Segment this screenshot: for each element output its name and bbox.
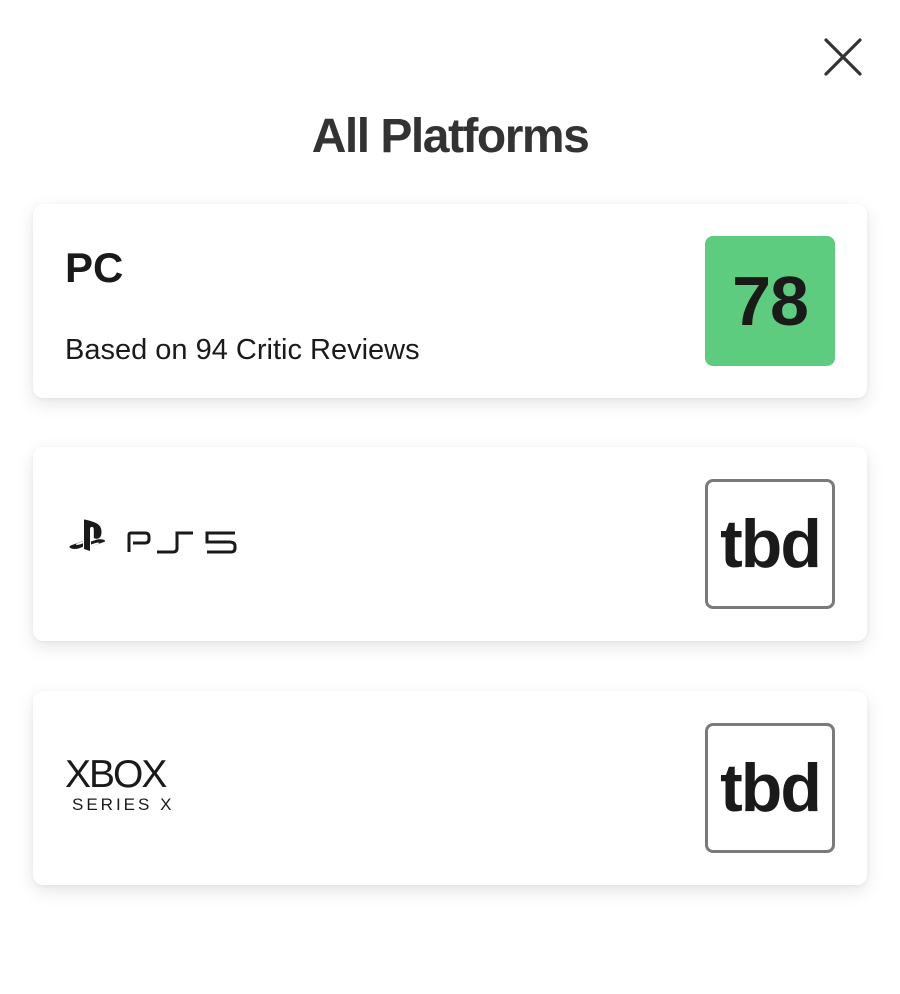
platform-card-xbox[interactable]: XBOX SERIES X tbd xyxy=(33,691,867,885)
xbox-logo-text: XBOX xyxy=(65,753,167,796)
xbox-series-x-logo-icon: XBOX SERIES X xyxy=(65,755,215,815)
metascore-badge: tbd xyxy=(705,723,835,853)
metascore-badge: 78 xyxy=(705,236,835,366)
close-icon xyxy=(824,38,862,76)
ps5-logo-icon xyxy=(69,519,237,554)
critic-reviews-count: Based on 94 Critic Reviews xyxy=(65,334,420,366)
platform-name: PC xyxy=(65,244,124,291)
page-title: All Platforms xyxy=(311,110,590,163)
platform-card-pc[interactable]: PC Based on 94 Critic Reviews 78 xyxy=(33,204,867,398)
metascore-badge: tbd xyxy=(705,479,835,609)
platform-card-ps5[interactable]: tbd xyxy=(33,447,867,641)
xbox-logo-subtitle: SERIES X xyxy=(72,795,175,814)
close-button[interactable] xyxy=(818,32,868,82)
